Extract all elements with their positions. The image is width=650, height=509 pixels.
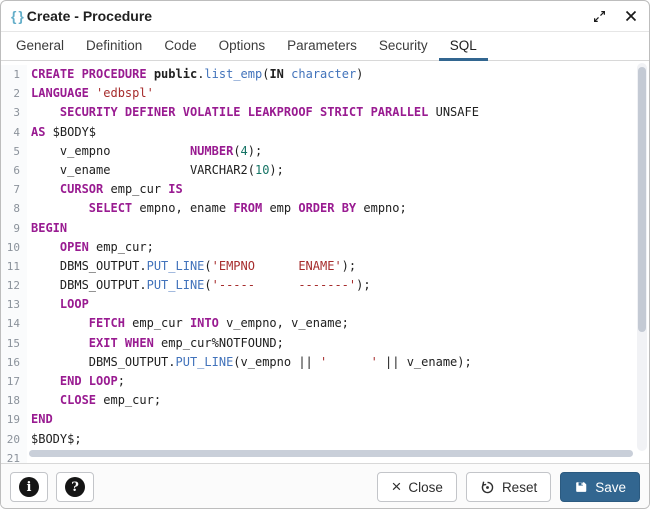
code-text: FETCH emp_cur INTO v_empno, v_ename; [27, 314, 349, 333]
line-number: 20 [1, 430, 27, 449]
code-line[interactable]: 14 FETCH emp_cur INTO v_empno, v_ename; [1, 314, 649, 333]
line-number: 8 [1, 199, 27, 218]
line-number: 17 [1, 372, 27, 391]
code-line[interactable]: 4AS $BODY$ [1, 123, 649, 142]
line-number: 18 [1, 391, 27, 410]
code-line[interactable]: 16 DBMS_OUTPUT.PUT_LINE(v_empno || ' ' |… [1, 353, 649, 372]
close-x-icon: × [391, 478, 401, 495]
code-line[interactable]: 1CREATE PROCEDURE public.list_emp(IN cha… [1, 65, 649, 84]
horizontal-scrollbar[interactable] [29, 450, 633, 457]
code-text: DBMS_OUTPUT.PUT_LINE(v_empno || ' ' || v… [27, 353, 472, 372]
code-text: LANGUAGE 'edbspl' [27, 84, 154, 103]
code-line[interactable]: 6 v_ename VARCHAR2(10); [1, 161, 649, 180]
save-floppy-icon [574, 480, 588, 494]
vertical-scrollbar[interactable] [637, 63, 647, 451]
line-number: 10 [1, 238, 27, 257]
tab-bar: GeneralDefinitionCodeOptionsParametersSe… [1, 32, 649, 61]
line-number: 16 [1, 353, 27, 372]
footer-bar: i ? × Close Reset [1, 464, 649, 509]
code-text: DBMS_OUTPUT.PUT_LINE('----- -------'); [27, 276, 371, 295]
code-text: END [27, 410, 53, 429]
dialog-help-button[interactable]: ? [56, 472, 94, 502]
question-icon: ? [65, 477, 85, 497]
save-button-label: Save [595, 480, 626, 495]
code-line[interactable]: 7 CURSOR emp_cur IS [1, 180, 649, 199]
code-text: OPEN emp_cur; [27, 238, 154, 257]
save-button[interactable]: Save [560, 472, 640, 502]
title-bar: { } Create - Procedure [1, 1, 649, 32]
code-line[interactable]: 13 LOOP [1, 295, 649, 314]
line-number: 14 [1, 314, 27, 333]
code-line[interactable]: 11 DBMS_OUTPUT.PUT_LINE('EMPNO ENAME'); [1, 257, 649, 276]
close-button[interactable]: × Close [377, 472, 456, 502]
tab-sql[interactable]: SQL [439, 32, 488, 61]
line-number: 4 [1, 123, 27, 142]
reset-icon [480, 480, 495, 495]
code-line[interactable]: 15 EXIT WHEN emp_cur%NOTFOUND; [1, 334, 649, 353]
code-text: LOOP [27, 295, 89, 314]
procedure-braces-icon: { } [11, 8, 23, 24]
code-line[interactable]: 3 SECURITY DEFINER VOLATILE LEAKPROOF ST… [1, 103, 649, 122]
line-number: 15 [1, 334, 27, 353]
code-text: CREATE PROCEDURE public.list_emp(IN char… [27, 65, 363, 84]
line-number: 11 [1, 257, 27, 276]
create-procedure-dialog: { } Create - Procedure GeneralDefinition… [0, 0, 650, 509]
reset-button[interactable]: Reset [466, 472, 551, 502]
code-text: $BODY$; [27, 430, 82, 449]
sql-help-button[interactable]: i [10, 472, 48, 502]
line-number: 13 [1, 295, 27, 314]
code-text: CURSOR emp_cur IS [27, 180, 183, 199]
code-text: AS $BODY$ [27, 123, 96, 142]
code-text: CLOSE emp_cur; [27, 391, 161, 410]
line-number: 1 [1, 65, 27, 84]
code-text: SECURITY DEFINER VOLATILE LEAKPROOF STRI… [27, 103, 479, 122]
tab-definition[interactable]: Definition [75, 32, 153, 61]
line-number: 6 [1, 161, 27, 180]
code-text: END LOOP; [27, 372, 125, 391]
code-text: v_ename VARCHAR2(10); [27, 161, 284, 180]
line-number: 19 [1, 410, 27, 429]
line-number: 5 [1, 142, 27, 161]
code-line[interactable]: 8 SELECT empno, ename FROM emp ORDER BY … [1, 199, 649, 218]
code-text: EXIT WHEN emp_cur%NOTFOUND; [27, 334, 284, 353]
tab-options[interactable]: Options [208, 32, 277, 61]
line-number: 7 [1, 180, 27, 199]
code-line[interactable]: 10 OPEN emp_cur; [1, 238, 649, 257]
close-button-label: Close [408, 480, 443, 495]
code-line[interactable]: 18 CLOSE emp_cur; [1, 391, 649, 410]
line-number: 21 [1, 449, 27, 464]
code-line[interactable]: 20$BODY$; [1, 430, 649, 449]
line-number: 3 [1, 103, 27, 122]
code-line[interactable]: 5 v_empno NUMBER(4); [1, 142, 649, 161]
code-line[interactable]: 12 DBMS_OUTPUT.PUT_LINE('----- -------')… [1, 276, 649, 295]
code-lines: 1CREATE PROCEDURE public.list_emp(IN cha… [1, 61, 649, 464]
dialog-title: Create - Procedure [27, 8, 152, 24]
code-line[interactable]: 19END [1, 410, 649, 429]
sql-editor[interactable]: 1CREATE PROCEDURE public.list_emp(IN cha… [1, 61, 649, 464]
line-number: 2 [1, 84, 27, 103]
reset-button-label: Reset [502, 480, 537, 495]
code-text: SELECT empno, ename FROM emp ORDER BY em… [27, 199, 407, 218]
code-text: v_empno NUMBER(4); [27, 142, 262, 161]
code-text: BEGIN [27, 219, 67, 238]
tab-parameters[interactable]: Parameters [276, 32, 368, 61]
code-line[interactable]: 9BEGIN [1, 219, 649, 238]
code-text: DBMS_OUTPUT.PUT_LINE('EMPNO ENAME'); [27, 257, 356, 276]
close-dialog-icon[interactable] [623, 8, 639, 24]
code-line[interactable]: 17 END LOOP; [1, 372, 649, 391]
line-number: 9 [1, 219, 27, 238]
tab-general[interactable]: General [5, 32, 75, 61]
expand-dialog-icon[interactable] [591, 8, 607, 24]
tab-code[interactable]: Code [153, 32, 207, 61]
vertical-scrollbar-thumb[interactable] [638, 67, 646, 332]
code-line[interactable]: 2LANGUAGE 'edbspl' [1, 84, 649, 103]
info-icon: i [19, 477, 39, 497]
tab-security[interactable]: Security [368, 32, 439, 61]
line-number: 12 [1, 276, 27, 295]
